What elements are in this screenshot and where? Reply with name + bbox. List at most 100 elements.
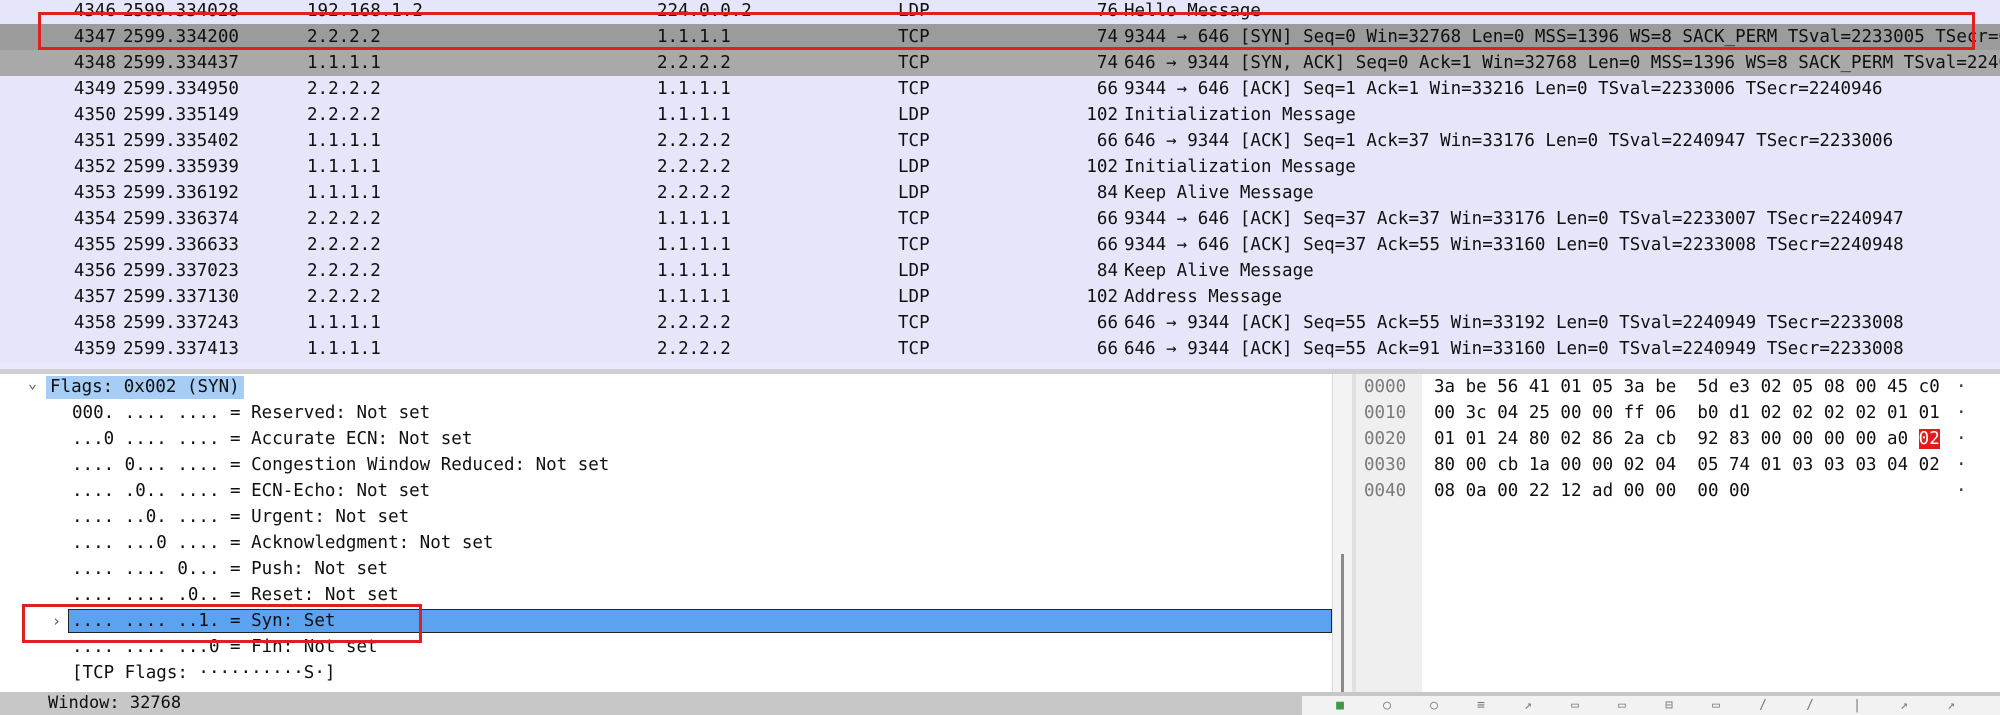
packet-row[interactable]: 4353 2599.336192 1.1.1.1 2.2.2.2 LDP 84 Keep A… xyxy=(0,180,2000,206)
detail-text: 000. .... .... = Reserved: Not set xyxy=(72,403,431,423)
packet-row[interactable]: 4352 2599.335939 1.1.1.1 2.2.2.2 LDP 102 Initi… xyxy=(0,154,2000,180)
packet-row[interactable]: 4356 2599.337023 2.2.2.2 1.1.1.1 LDP 84 Keep A… xyxy=(0,258,2000,284)
packet-length: 66 xyxy=(1096,209,1118,229)
packet-bytes-pane[interactable]: 0000 3a be 56 41 01 05 3a be 5d e3 02 05 … xyxy=(1356,374,2000,692)
bytes-hex[interactable]: 08 0a 00 22 12 ad 00 00 00 00 xyxy=(1434,478,1750,504)
packet-destination: 1.1.1.1 xyxy=(657,79,731,99)
slash-icon[interactable]: / xyxy=(1802,699,1818,713)
detail-row[interactable]: .... .0.. .... = ECN-Echo: Not set xyxy=(0,478,1332,504)
bytes-offset: 0010 xyxy=(1364,403,1407,423)
packet-info: 9344 → 646 [ACK] Seq=1 Ack=1 Win=33216 L… xyxy=(1124,79,1883,99)
bytes-hex[interactable]: 80 00 cb 1a 00 00 02 04 05 74 01 03 03 0… xyxy=(1434,452,1940,478)
packet-destination: 2.2.2.2 xyxy=(657,183,731,203)
packet-row[interactable]: 4349 2599.334950 2.2.2.2 1.1.1.1 TCP 66 9344 →… xyxy=(0,76,2000,102)
packet-row[interactable]: 4355 2599.336633 2.2.2.2 1.1.1.1 TCP 66 9344 →… xyxy=(0,232,2000,258)
packet-length: 66 xyxy=(1096,79,1118,99)
packet-list-pane[interactable]: 4346 2599.334028 192.168.1.2 224.0.0.2 LDP 76… xyxy=(0,0,2000,369)
packet-destination: 2.2.2.2 xyxy=(657,339,731,359)
chevron-right-icon[interactable]: › xyxy=(52,608,61,634)
detail-row[interactable]: ...0 .... .... = Accurate ECN: Not set xyxy=(0,426,1332,452)
packet-row[interactable]: 4354 2599.336374 2.2.2.2 1.1.1.1 TCP 66 9344 →… xyxy=(0,206,2000,232)
arrow-icon[interactable]: ↗ xyxy=(1520,699,1536,713)
packet-info: Keep Alive Message xyxy=(1124,183,1314,203)
arrow-icon[interactable]: ↗ xyxy=(1943,699,1959,713)
packet-row[interactable]: 4351 2599.335402 1.1.1.1 2.2.2.2 TCP 66 646 → … xyxy=(0,128,2000,154)
bytes-row[interactable]: 0040 08 0a 00 22 12 ad 00 00 00 00 · xyxy=(1356,478,2000,504)
packet-protocol: LDP xyxy=(898,105,930,125)
packet-source: 2.2.2.2 xyxy=(307,79,381,99)
bytes-row[interactable]: 0030 80 00 cb 1a 00 00 02 04 05 74 01 03 … xyxy=(1356,452,2000,478)
packet-length: 66 xyxy=(1096,131,1118,151)
detail-row[interactable]: .... .... ...0 = Fin: Not set xyxy=(0,634,1332,660)
status-bar: Window: 32768 ■ ○ ○ ≡ ↗ ▭ ▭ ⊟ ▭ / / | ↗ ↗ xyxy=(0,692,2000,715)
bytes-hex-group: 92 83 00 00 00 00 a0 xyxy=(1697,429,1909,449)
packet-destination: 1.1.1.1 xyxy=(657,27,731,47)
arrow-icon[interactable]: ↗ xyxy=(1896,699,1912,713)
packet-protocol: TCP xyxy=(898,79,930,99)
packet-row[interactable]: 4348 2599.334437 1.1.1.1 2.2.2.2 TCP 74 646 → … xyxy=(0,50,2000,76)
packet-row[interactable]: 4347 2599.334200 2.2.2.2 1.1.1.1 TCP 74 9344 →… xyxy=(0,24,2000,50)
bytes-row[interactable]: 0020 01 01 24 80 02 86 2a cb 92 83 00 00 … xyxy=(1356,426,2000,452)
packet-protocol: LDP xyxy=(898,157,930,177)
detail-row[interactable]: .... ..0. .... = Urgent: Not set xyxy=(0,504,1332,530)
packet-destination: 2.2.2.2 xyxy=(657,53,731,73)
detail-row[interactable]: .... ...0 .... = Acknowledgment: Not set xyxy=(0,530,1332,556)
bytes-offset: 0000 xyxy=(1364,377,1407,397)
bytes-row[interactable]: 0010 00 3c 04 25 00 00 ff 06 b0 d1 02 02 … xyxy=(1356,400,2000,426)
lock-icon[interactable]: ⊟ xyxy=(1661,699,1677,713)
packet-number: 4349 xyxy=(73,79,116,99)
bytes-ascii: · xyxy=(1956,377,1967,397)
bar-icon[interactable]: | xyxy=(1849,699,1865,713)
packet-row[interactable]: 4359 2599.337413 1.1.1.1 2.2.2.2 TCP 66 646 → … xyxy=(0,336,2000,362)
packet-time: 2599.337243 xyxy=(123,313,239,333)
status-icon[interactable]: ■ xyxy=(1332,699,1348,713)
packet-row[interactable]: 4350 2599.335149 2.2.2.2 1.1.1.1 LDP 102 Initi… xyxy=(0,102,2000,128)
packet-length: 84 xyxy=(1096,183,1118,203)
packet-protocol: TCP xyxy=(898,313,930,333)
bytes-offset: 0040 xyxy=(1364,481,1407,501)
packet-row[interactable]: 4346 2599.334028 192.168.1.2 224.0.0.2 LDP 76… xyxy=(0,0,2000,24)
detail-row[interactable]: .... .... 0... = Push: Not set xyxy=(0,556,1332,582)
window-icon[interactable]: ▭ xyxy=(1614,699,1630,713)
packet-row[interactable]: 4357 2599.337130 2.2.2.2 1.1.1.1 LDP 102 Addre… xyxy=(0,284,2000,310)
detail-row[interactable]: .... .... .0.. = Reset: Not set xyxy=(0,582,1332,608)
detail-row[interactable]: 000. .... .... = Reserved: Not set xyxy=(0,400,1332,426)
packet-info: 646 → 9344 [SYN, ACK] Seq=0 Ack=1 Win=32… xyxy=(1124,53,2000,73)
detail-row[interactable]: › .... .... ..1. = Syn: Set xyxy=(0,608,1332,634)
highlighted-byte[interactable]: 02 xyxy=(1918,429,1940,449)
window-icon[interactable]: ▭ xyxy=(1567,699,1583,713)
bytes-hex[interactable]: 3a be 56 41 01 05 3a be 5d e3 02 05 08 0… xyxy=(1434,374,1940,400)
packet-source: 192.168.1.2 xyxy=(307,1,423,21)
packet-number: 4355 xyxy=(73,235,116,255)
bytes-ascii: · xyxy=(1956,429,1967,449)
detail-row[interactable]: [TCP Flags: ··········S·] xyxy=(0,660,1332,686)
search-icon[interactable]: ○ xyxy=(1426,699,1442,713)
detail-header-row[interactable]: ⌄ Flags: 0x002 (SYN) xyxy=(0,374,1332,400)
packet-number: 4354 xyxy=(73,209,116,229)
bytes-row[interactable]: 0000 3a be 56 41 01 05 3a be 5d e3 02 05 … xyxy=(1356,374,2000,400)
packet-time: 2599.334437 xyxy=(123,53,239,73)
packet-protocol: TCP xyxy=(898,131,930,151)
packet-length: 74 xyxy=(1096,53,1118,73)
packet-time: 2599.335402 xyxy=(123,131,239,151)
packet-row[interactable]: 4358 2599.337243 1.1.1.1 2.2.2.2 TCP 66 646 → … xyxy=(0,310,2000,336)
packet-source: 1.1.1.1 xyxy=(307,131,381,151)
chevron-down-icon[interactable]: ⌄ xyxy=(28,374,37,396)
packet-destination: 1.1.1.1 xyxy=(657,105,731,125)
packet-info: Keep Alive Message xyxy=(1124,261,1314,281)
details-scrollbar-thumb[interactable] xyxy=(1341,554,1344,692)
slash-icon[interactable]: / xyxy=(1755,699,1771,713)
status-toolbar[interactable]: ■ ○ ○ ≡ ↗ ▭ ▭ ⊟ ▭ / / | ↗ ↗ xyxy=(1302,696,2000,715)
detail-text: .... .... .0.. = Reset: Not set xyxy=(72,585,399,605)
detail-text: .... .... ..1. = Syn: Set xyxy=(72,611,336,631)
packet-length: 84 xyxy=(1096,261,1118,281)
search-icon[interactable]: ○ xyxy=(1379,699,1395,713)
bytes-hex[interactable]: 00 3c 04 25 00 00 ff 06 b0 d1 02 02 02 0… xyxy=(1434,400,1940,426)
packet-protocol: LDP xyxy=(898,261,930,281)
packet-details-pane[interactable]: ⌄ Flags: 0x002 (SYN) 000. .... .... = Rese… xyxy=(0,374,1332,692)
window-icon[interactable]: ▭ xyxy=(1708,699,1724,713)
detail-row[interactable]: .... 0... .... = Congestion Window Reduc… xyxy=(0,452,1332,478)
filter-icon[interactable]: ≡ xyxy=(1473,699,1489,713)
details-scrollbar[interactable] xyxy=(1332,374,1353,692)
bytes-hex[interactable]: 01 01 24 80 02 86 2a cb 92 83 00 00 00 0… xyxy=(1434,426,1940,452)
